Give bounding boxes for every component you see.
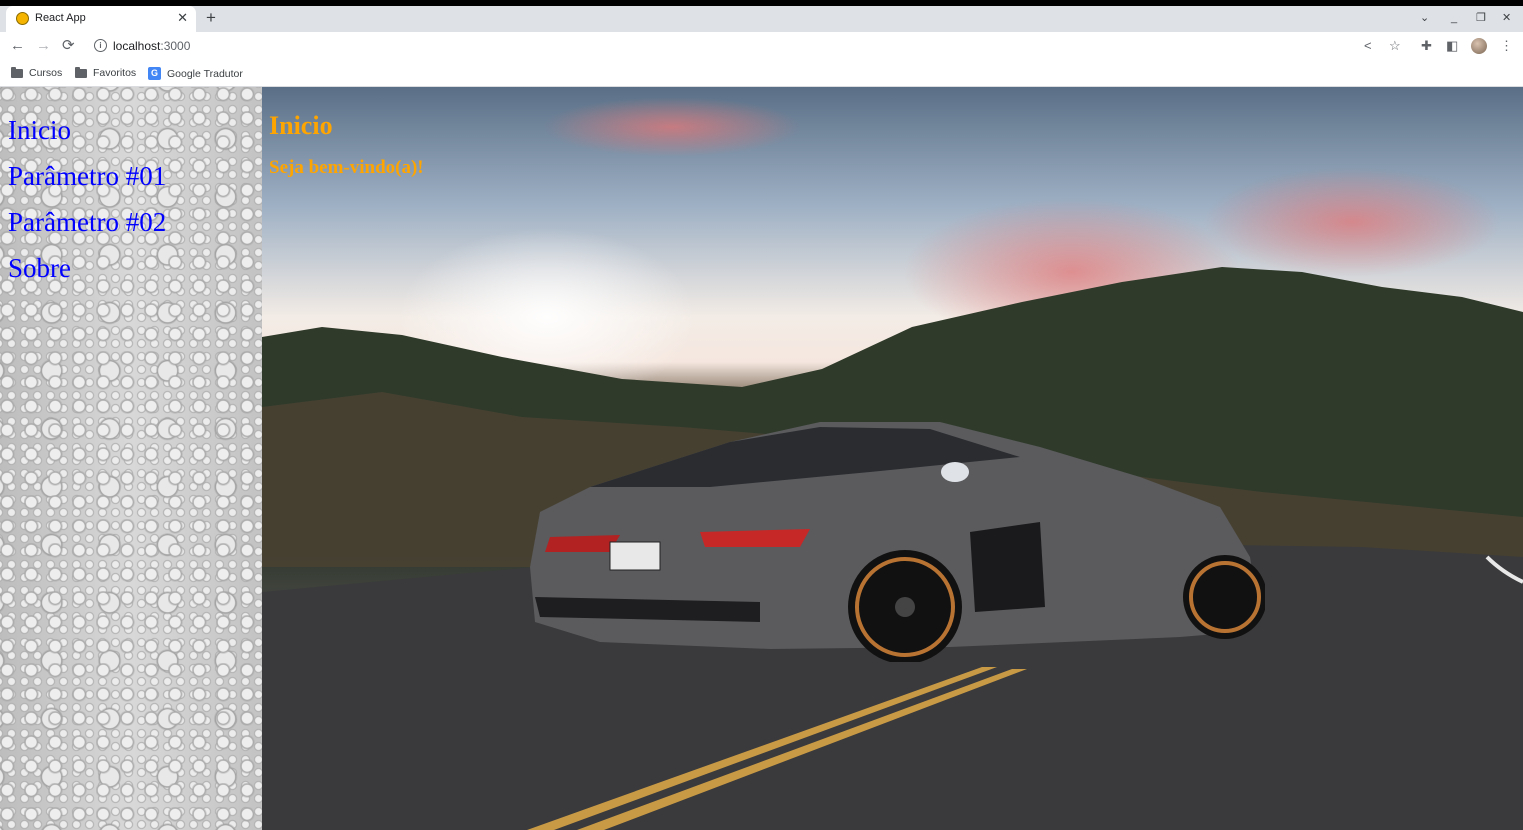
nav-link-inicio[interactable]: Inicio xyxy=(8,107,166,153)
google-translate-icon: G xyxy=(148,67,161,80)
restore-icon[interactable]: ❐ xyxy=(1476,11,1486,25)
react-favicon-icon xyxy=(16,12,29,25)
bookmark-google-tradutor[interactable]: G Google Tradutor xyxy=(148,67,243,80)
share-icon[interactable]: < xyxy=(1364,38,1372,54)
browser-toolbar: ← → ⟳ i localhost:3000 < ☆ ✚ ◧ ⋮ xyxy=(0,32,1523,60)
main-content: Inicio Seja bem-vindo(a)! xyxy=(262,87,1523,830)
tab-search-icon[interactable]: ⌄ xyxy=(1420,11,1429,25)
bookmarks-bar: Cursos Favoritos G Google Tradutor xyxy=(0,60,1523,87)
tab-close-icon[interactable]: ✕ xyxy=(177,10,188,26)
address-bar[interactable]: localhost:3000 xyxy=(113,39,190,53)
bookmark-favoritos[interactable]: Favoritos xyxy=(75,66,137,79)
forward-icon[interactable]: → xyxy=(36,37,51,55)
menu-kebab-icon[interactable]: ⋮ xyxy=(1500,38,1513,54)
url-port: :3000 xyxy=(160,39,191,53)
bookmark-label: Cursos xyxy=(29,67,63,79)
page-title: Inicio xyxy=(269,111,333,140)
new-tab-button[interactable]: + xyxy=(206,9,216,27)
folder-icon xyxy=(75,66,87,78)
bookmark-cursos[interactable]: Cursos xyxy=(11,66,63,79)
bookmark-label: Favoritos xyxy=(93,67,137,79)
nav-link-parametro-02[interactable]: Parâmetro #02 xyxy=(8,199,166,245)
site-info-icon[interactable]: i xyxy=(94,39,107,52)
profile-avatar[interactable] xyxy=(1471,38,1487,54)
bookmark-label: Google Tradutor xyxy=(167,67,243,80)
tab-title: React App xyxy=(35,12,86,24)
welcome-message: Seja bem-vindo(a)! xyxy=(269,157,424,178)
nav-link-parametro-01[interactable]: Parâmetro #01 xyxy=(8,153,166,199)
page-viewport: Inicio Parâmetro #01 Parâmetro #02 Sobre xyxy=(0,87,1523,830)
nav-links: Inicio Parâmetro #01 Parâmetro #02 Sobre xyxy=(8,107,166,291)
nav-link-sobre[interactable]: Sobre xyxy=(8,245,166,291)
tab-strip: React App ✕ + ⌄ _ ❐ ✕ xyxy=(0,6,1523,32)
folder-icon xyxy=(11,66,23,78)
back-icon[interactable]: ← xyxy=(10,37,25,55)
sports-car xyxy=(530,422,1265,662)
url-host: localhost xyxy=(113,39,161,53)
window-close-icon[interactable]: ✕ xyxy=(1502,11,1511,25)
minimize-icon[interactable]: _ xyxy=(1451,11,1457,25)
sidebar-nav: Inicio Parâmetro #01 Parâmetro #02 Sobre xyxy=(0,87,262,830)
browser-tab[interactable]: React App ✕ xyxy=(6,6,196,32)
extensions-puzzle-icon[interactable]: ✚ xyxy=(1421,38,1432,54)
side-panel-icon[interactable]: ◧ xyxy=(1446,38,1458,54)
reload-icon[interactable]: ⟳ xyxy=(62,37,75,55)
bookmark-star-icon[interactable]: ☆ xyxy=(1389,38,1401,54)
